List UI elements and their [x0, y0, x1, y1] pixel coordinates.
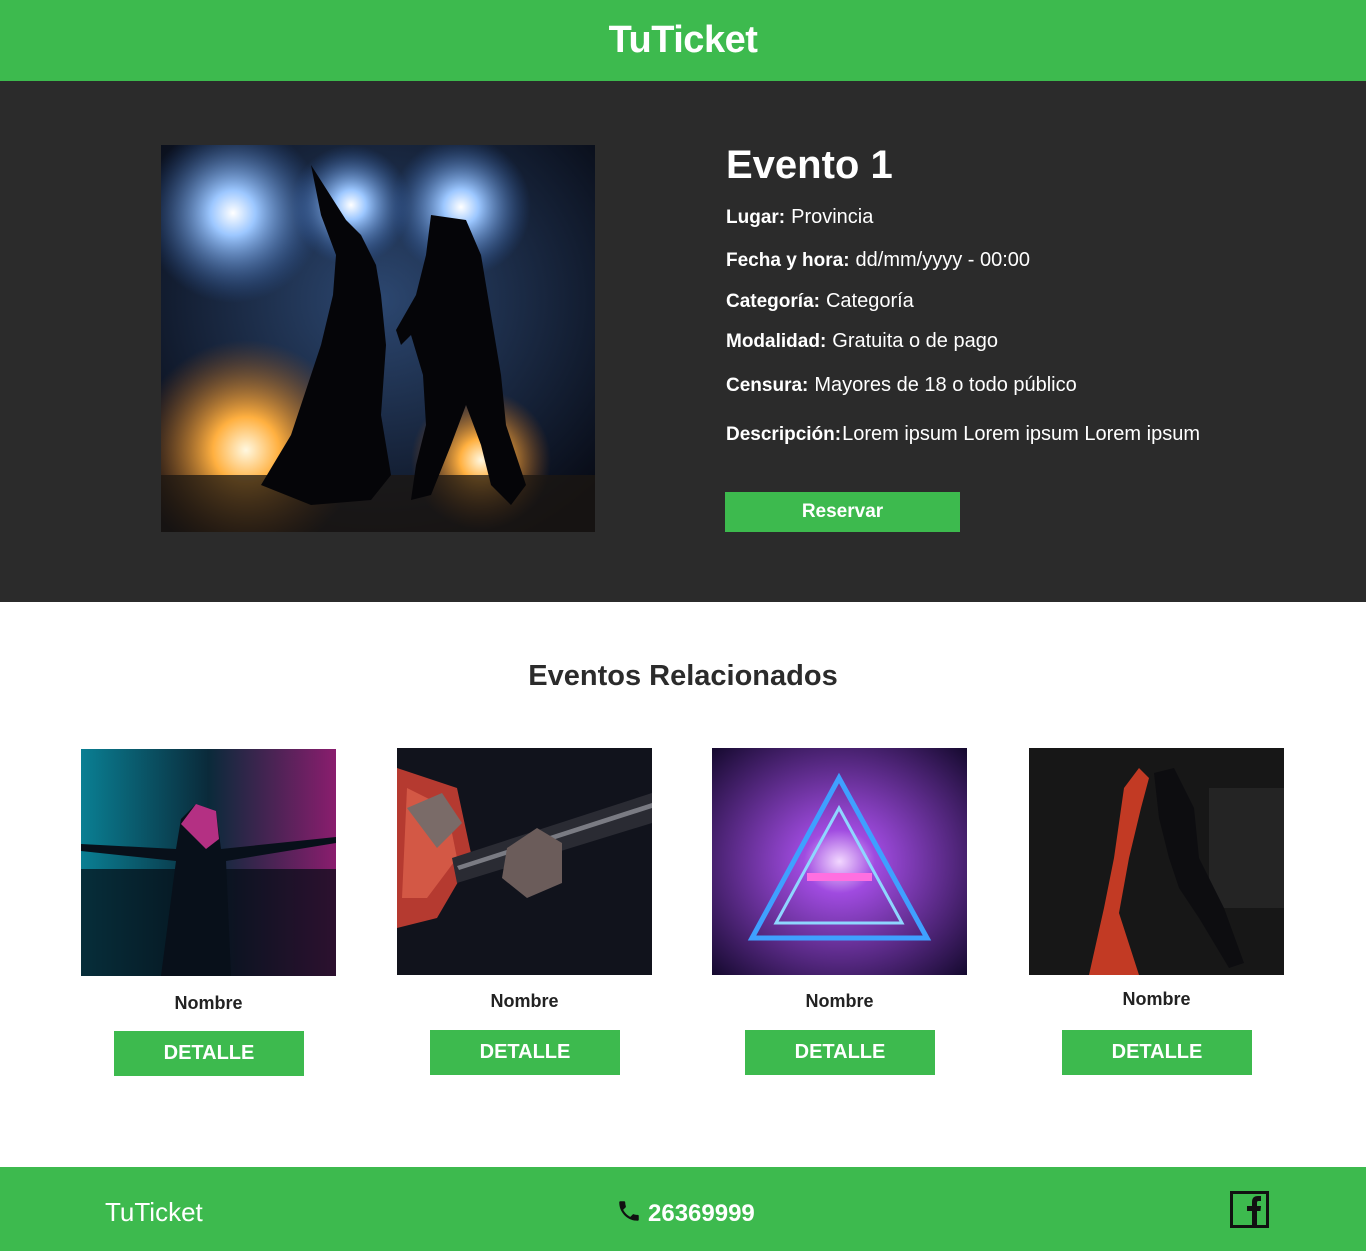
rating-label: Censura:	[726, 375, 809, 396]
event-detail: Evento 1 Lugar: Provincia Fecha y hora: dd…	[0, 81, 1366, 602]
event-place: Lugar: Provincia	[726, 206, 873, 229]
rating-value: Mayores de 18 o todo público	[814, 374, 1077, 396]
datetime-label: Fecha y hora:	[726, 250, 850, 271]
related-event-card: Nombre DETALLE	[712, 748, 967, 1075]
detail-button[interactable]: DETALLE	[745, 1030, 935, 1075]
related-event-name: Nombre	[805, 991, 874, 1011]
detail-button[interactable]: DETALLE	[114, 1031, 304, 1076]
event-modality: Modalidad: Gratuita o de pago	[726, 330, 998, 353]
event-title: Evento 1	[726, 143, 893, 187]
reserve-button[interactable]: Reservar	[725, 492, 960, 532]
datetime-value: dd/mm/yyyy - 00:00	[855, 249, 1031, 271]
site-logo[interactable]: TuTicket	[609, 19, 758, 62]
top-bar: TuTicket	[0, 0, 1366, 81]
description-value: Lorem ipsum Lorem ipsum Lorem ipsum	[842, 423, 1200, 445]
related-event-card: Nombre DETALLE	[1029, 748, 1284, 1075]
modality-label: Modalidad:	[726, 331, 827, 352]
place-label: Lugar:	[726, 207, 786, 228]
related-event-name: Nombre	[174, 993, 243, 1013]
related-events-title: Eventos Relacionados	[528, 660, 838, 692]
phone-number[interactable]: 26369999	[648, 1200, 755, 1228]
description-label: Descripción:	[726, 424, 842, 445]
event-datetime: Fecha y hora: dd/mm/yyyy - 00:00	[726, 249, 1030, 272]
event-image	[161, 145, 595, 532]
related-event-image[interactable]	[1029, 748, 1284, 975]
footer-brand[interactable]: TuTicket	[105, 1197, 203, 1228]
category-label: Categoría:	[726, 291, 820, 312]
category-value: Categoría	[825, 290, 914, 312]
event-category: Categoría: Categoría	[726, 290, 914, 313]
detail-button[interactable]: DETALLE	[1062, 1030, 1252, 1075]
related-event-card: Nombre DETALLE	[81, 749, 336, 1076]
place-value: Provincia	[791, 206, 874, 228]
event-rating: Censura: Mayores de 18 o todo público	[726, 374, 1077, 397]
related-event-card: Nombre DETALLE	[397, 748, 652, 1075]
footer-phone: 26369999	[616, 1198, 755, 1229]
related-event-name: Nombre	[1122, 989, 1191, 1009]
related-event-image[interactable]	[397, 748, 652, 975]
footer: TuTicket 26369999	[0, 1167, 1366, 1251]
related-event-image[interactable]	[81, 749, 336, 976]
related-event-name: Nombre	[490, 991, 559, 1011]
phone-icon	[616, 1198, 642, 1229]
facebook-icon[interactable]	[1230, 1191, 1269, 1228]
detail-button[interactable]: DETALLE	[430, 1030, 620, 1075]
event-description: Descripción:Lorem ipsum Lorem ipsum Lore…	[726, 423, 1200, 446]
modality-value: Gratuita o de pago	[832, 330, 998, 352]
related-event-image[interactable]	[712, 748, 967, 975]
